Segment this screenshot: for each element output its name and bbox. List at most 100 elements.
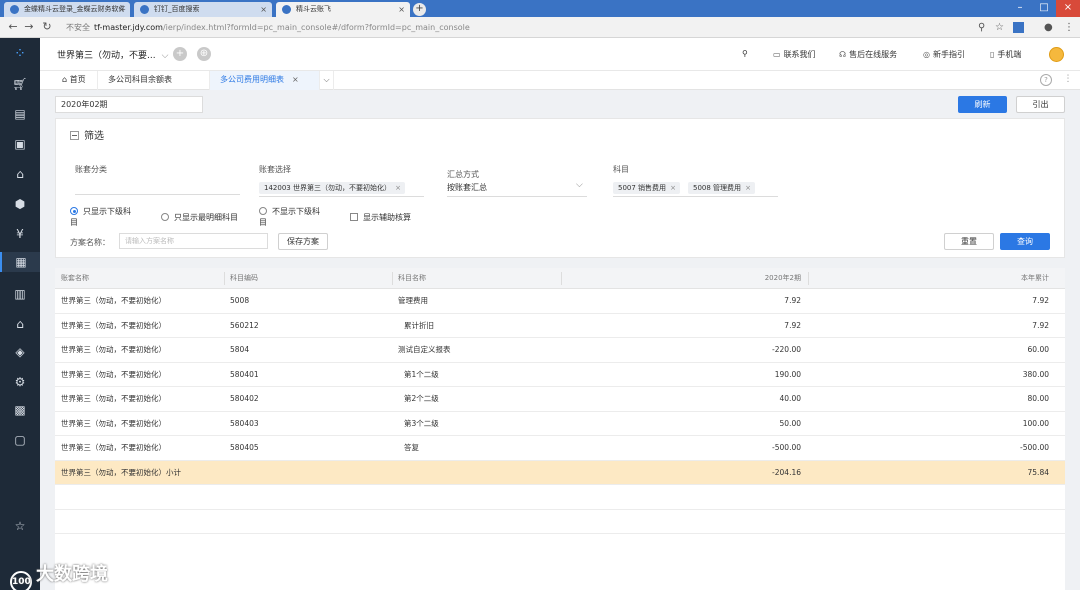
- url-field[interactable]: 不安全 tf-master.jdy.com/ierp/index.html?for…: [66, 20, 470, 35]
- table-row[interactable]: 世界第三（勿动，不要初始化） 560212 累计折旧 7.92 7.92: [55, 314, 1065, 338]
- export-button[interactable]: 引出: [1016, 96, 1065, 113]
- save-plan-button[interactable]: 保存方案: [278, 233, 328, 250]
- cell-code: 5804: [230, 345, 250, 354]
- main-content: 2020年02期 刷新 引出 筛选 账套分类 账套选择 142003 世界第三（…: [40, 90, 1080, 590]
- subject-field[interactable]: [613, 196, 778, 197]
- mobile-link[interactable]: ▯ 手机端: [990, 49, 1021, 60]
- radio-no-sub[interactable]: 不显示下级科目: [259, 206, 320, 228]
- tab-expense-detail[interactable]: 多公司费用明细表 ×: [210, 71, 320, 90]
- table-row[interactable]: 世界第三（勿动，不要初始化） 580405 答复 -500.00 -500.00: [55, 436, 1065, 461]
- zoom-icon[interactable]: ⚲: [978, 20, 985, 35]
- guide-label: 新手指引: [932, 50, 965, 59]
- grid-icon[interactable]: ⊕: [197, 47, 211, 61]
- radio-icon: [259, 207, 267, 215]
- avatar[interactable]: [1049, 47, 1064, 62]
- home-icon[interactable]: ⌂: [0, 164, 40, 184]
- table-row[interactable]: 世界第三（勿动，不要初始化） 5008 管理费用 7.92 7.92: [55, 289, 1065, 314]
- subject-chip-5008[interactable]: 5008 管理费用 ×: [688, 182, 756, 194]
- minimize-icon[interactable]: –: [1008, 0, 1032, 17]
- left-rail: ⁘ 🛒︎ ▤ ▣ ⌂ ⬢ ¥ ▦ ▥ ⌂ ◈ ⚙ ▩ ▢ ☆: [0, 38, 40, 590]
- cell-ytd: -500.00: [1020, 443, 1049, 452]
- browser-tab-3[interactable]: 精斗云账飞 ×: [276, 2, 410, 17]
- menu-icon[interactable]: ⋮: [1064, 20, 1074, 35]
- chart-icon[interactable]: ▤: [0, 104, 40, 124]
- close-icon[interactable]: ×: [398, 2, 405, 17]
- apps-icon[interactable]: ▩: [0, 400, 40, 420]
- layers-icon[interactable]: ◈: [0, 342, 40, 362]
- star-icon[interactable]: ☆: [0, 516, 40, 536]
- filter-title[interactable]: 筛选: [70, 127, 104, 142]
- support-link[interactable]: ☊ 售后在线服务: [839, 49, 897, 60]
- browser-tab-2[interactable]: 钉钉_百度搜索 ×: [134, 2, 272, 17]
- ledger-icon[interactable]: ▥: [0, 284, 40, 304]
- radio-only-sub[interactable]: 只显示下级科目: [70, 206, 131, 228]
- chevron-down-icon: ⌵: [161, 51, 169, 61]
- close-icon[interactable]: ×: [395, 182, 401, 194]
- period-selector[interactable]: 2020年02期: [55, 96, 203, 113]
- help-icon[interactable]: ?: [1040, 74, 1052, 86]
- summary-select[interactable]: 按账套汇总: [447, 182, 487, 193]
- message-icon[interactable]: ▢: [0, 430, 40, 450]
- account-chip[interactable]: 142003 世界第三（勿动，不要初始化） ×: [259, 182, 405, 194]
- bag-icon[interactable]: ▣: [0, 134, 40, 154]
- back-icon[interactable]: ←: [6, 20, 20, 34]
- browser-tab-label: 精斗云账飞: [296, 5, 331, 13]
- account-name: 世界第三（勿动，不要...: [57, 51, 156, 61]
- cell-ytd: 100.00: [1022, 418, 1049, 428]
- account-category-field[interactable]: [75, 194, 240, 195]
- yen-icon[interactable]: ¥: [0, 224, 40, 244]
- tab-balance-sheet[interactable]: 多公司科目余额表: [98, 71, 210, 90]
- maximize-icon[interactable]: □: [1032, 0, 1056, 17]
- more-icon[interactable]: ⋮: [1062, 74, 1074, 86]
- close-icon[interactable]: ×: [118, 2, 125, 17]
- browser-tab-label: 金蝶精斗云登录_金蝶云财务软件: [24, 5, 126, 13]
- forward-icon[interactable]: →: [22, 20, 36, 34]
- plan-name-input[interactable]: 请输入方案名称: [119, 233, 268, 249]
- table-row[interactable]: 世界第三（勿动，不要初始化） 5804 测试自定义报表 -220.00 60.0…: [55, 338, 1065, 363]
- table-row[interactable]: 世界第三（勿动，不要初始化） 580401 第1个二级 190.00 380.0…: [55, 363, 1065, 387]
- box-icon[interactable]: ⬢: [0, 194, 40, 214]
- column-divider[interactable]: [392, 272, 393, 285]
- cell-period: 190.00: [774, 369, 801, 379]
- compass-icon: ◎: [923, 50, 930, 59]
- profile-icon[interactable]: ●: [1044, 20, 1053, 35]
- new-tab-button[interactable]: +: [413, 3, 426, 16]
- guide-link[interactable]: ◎ 新手指引: [923, 49, 965, 60]
- checkbox-aux[interactable]: 显示辅助核算: [350, 212, 411, 223]
- chevron-down-icon[interactable]: ⌵: [320, 71, 334, 90]
- contact-link[interactable]: ▭ 联系我们: [773, 49, 816, 60]
- table-row-empty: [55, 510, 1065, 534]
- table-total-row[interactable]: 世界第三（勿动，不要初始化）小计 -204.16 75.84: [55, 460, 1065, 485]
- add-icon[interactable]: +: [173, 47, 187, 61]
- close-icon[interactable]: ×: [292, 75, 299, 84]
- summary-underline: [447, 196, 587, 197]
- account-select-field[interactable]: [259, 196, 424, 197]
- search-icon[interactable]: ⚲: [742, 49, 748, 58]
- gear-icon[interactable]: ⚙: [0, 372, 40, 392]
- close-icon[interactable]: ×: [670, 182, 676, 194]
- report-icon[interactable]: ▦: [0, 252, 40, 272]
- collapse-icon[interactable]: [70, 131, 79, 140]
- subject-chip-5007[interactable]: 5007 销售费用 ×: [613, 182, 681, 194]
- cart-icon[interactable]: 🛒︎: [0, 74, 40, 94]
- query-button[interactable]: 查询: [1000, 233, 1050, 250]
- close-icon[interactable]: ×: [260, 2, 267, 17]
- close-icon[interactable]: ×: [745, 182, 751, 194]
- extension-icon[interactable]: [1013, 22, 1024, 33]
- bookmark-icon[interactable]: ☆: [995, 20, 1004, 35]
- reload-icon[interactable]: ↻: [40, 20, 54, 34]
- reset-button[interactable]: 重置: [944, 233, 994, 250]
- column-divider[interactable]: [224, 272, 225, 285]
- radio-only-detail[interactable]: 只显示最明细科目: [161, 212, 238, 223]
- table-row[interactable]: 世界第三（勿动，不要初始化） 580403 第3个二级 50.00 100.00: [55, 412, 1065, 436]
- chevron-down-icon[interactable]: ⌵: [576, 180, 583, 190]
- bank-icon[interactable]: ⌂: [0, 314, 40, 334]
- account-switcher[interactable]: 世界第三（勿动，不要... ⌵: [57, 48, 168, 61]
- tab-home[interactable]: ⌂ 首页: [52, 71, 98, 90]
- table-row[interactable]: 世界第三（勿动，不要初始化） 580402 第2个二级 40.00 80.00: [55, 387, 1065, 412]
- refresh-button[interactable]: 刷新: [958, 96, 1007, 113]
- window-close-icon[interactable]: ×: [1056, 0, 1080, 17]
- header-account: 账套名称: [61, 274, 89, 282]
- cell-account: 世界第三（勿动，不要初始化）: [61, 394, 166, 403]
- browser-tab-1[interactable]: 金蝶精斗云登录_金蝶云财务软件 ×: [4, 2, 130, 17]
